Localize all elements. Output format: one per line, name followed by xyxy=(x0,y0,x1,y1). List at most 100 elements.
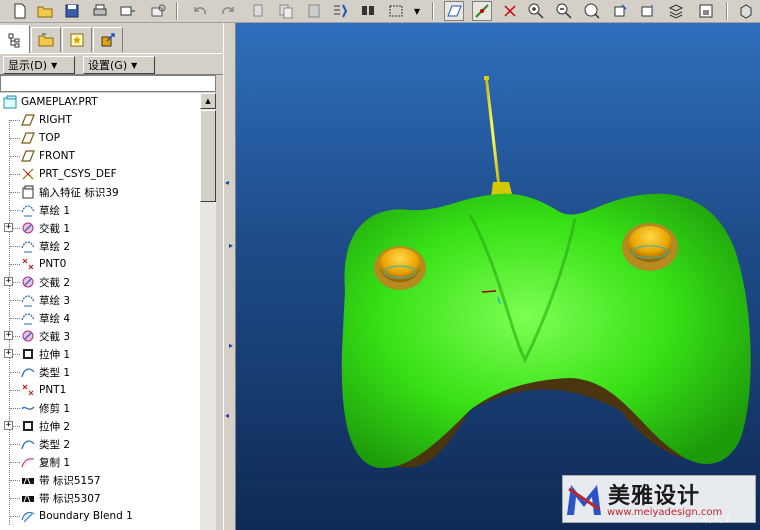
ribbon-icon xyxy=(20,472,36,488)
scroll-up-icon[interactable]: ▲ xyxy=(200,93,216,109)
mail-attach-icon[interactable] xyxy=(148,1,168,21)
view-manager-icon[interactable] xyxy=(696,1,716,21)
tree-item-label: 交截 3 xyxy=(39,330,71,343)
antenna-tip xyxy=(484,76,489,80)
tree-item[interactable]: TOP xyxy=(0,129,200,147)
tree-item-label: 类型 2 xyxy=(39,438,71,451)
display-menu-button[interactable]: 显示(D) ▼ xyxy=(3,56,75,74)
tab-folder-browser[interactable] xyxy=(31,27,61,52)
expand-right-icon[interactable]: ▸ xyxy=(229,341,233,350)
refit-icon[interactable] xyxy=(582,1,602,21)
open-folder-icon[interactable] xyxy=(35,1,55,21)
tree-item-label: GAMEPLAY.PRT xyxy=(21,96,98,108)
tree-item-label: 草绘 3 xyxy=(39,294,71,307)
tree-item[interactable]: 草绘 3 xyxy=(0,291,200,309)
tree-item[interactable]: 类型 2 xyxy=(0,435,200,453)
graphics-window[interactable] xyxy=(236,23,760,530)
panel-splitter[interactable]: ◂ ▸ ▸ ◂ xyxy=(223,23,236,530)
tree-item[interactable]: Boundary Blend 1 xyxy=(0,507,200,525)
new-file-icon[interactable] xyxy=(10,1,30,21)
collapse-left-icon[interactable]: ◂ xyxy=(225,411,229,420)
left-button xyxy=(379,248,421,282)
tree-item[interactable]: PRT_CSYS_DEF xyxy=(0,165,200,183)
tree-item-label: FRONT xyxy=(39,150,75,162)
settings-menu-button[interactable]: 设置(G) ▼ xyxy=(83,56,155,74)
tree-item[interactable]: 输入特征 标识39 xyxy=(0,183,200,201)
save-icon[interactable] xyxy=(62,1,82,21)
tree-item[interactable]: + 交截 1 xyxy=(0,219,200,237)
datum-axes-toggle-icon[interactable] xyxy=(472,1,492,21)
meiya-logo-icon xyxy=(567,485,601,515)
expand-plus-icon[interactable]: + xyxy=(4,223,13,232)
scroll-thumb[interactable] xyxy=(200,110,216,202)
intersect-icon xyxy=(20,328,36,344)
tree-item[interactable]: 草绘 1 xyxy=(0,201,200,219)
tree-item[interactable]: 草绘 4 xyxy=(0,309,200,327)
reorient-icon[interactable] xyxy=(610,1,630,21)
tree-item-label: 带 标识5307 xyxy=(39,492,101,505)
tree-root-item[interactable]: GAMEPLAY.PRT xyxy=(0,93,200,111)
tree-item[interactable]: 带 标识5157 xyxy=(0,471,200,489)
datum-plane-icon xyxy=(20,148,36,164)
datum-points-toggle-icon[interactable] xyxy=(500,1,520,21)
expand-right-icon[interactable]: ▸ xyxy=(229,241,233,250)
datum-point-icon xyxy=(20,382,36,398)
regenerate-icon[interactable] xyxy=(330,1,350,21)
expand-plus-icon[interactable]: + xyxy=(4,349,13,358)
import-feature-icon xyxy=(20,184,36,200)
tree-item[interactable]: 草绘 2 xyxy=(0,237,200,255)
send-mail-icon[interactable] xyxy=(118,1,138,21)
select-dropdown-icon[interactable]: ▼ xyxy=(410,1,424,21)
zoom-out-icon[interactable] xyxy=(554,1,574,21)
cut-icon[interactable] xyxy=(248,1,268,21)
print-icon[interactable] xyxy=(90,1,110,21)
tree-item[interactable]: 复制 1 xyxy=(0,453,200,471)
expand-plus-icon[interactable]: + xyxy=(4,421,13,430)
tree-scrollbar[interactable]: ▲ xyxy=(200,93,216,530)
tab-model-tree[interactable] xyxy=(0,25,30,53)
tree-column-header xyxy=(0,75,216,92)
tree-item[interactable]: + 拉伸 1 xyxy=(0,345,200,363)
tree-item[interactable]: + 交截 2 xyxy=(0,273,200,291)
sketch-icon xyxy=(20,310,36,326)
tree-item-label: 类型 1 xyxy=(39,366,71,379)
paste-icon[interactable] xyxy=(304,1,324,21)
tree-item-label: 交截 2 xyxy=(39,276,71,289)
select-box-icon[interactable] xyxy=(386,1,406,21)
tab-favorites[interactable] xyxy=(62,27,92,52)
copy-icon[interactable] xyxy=(276,1,296,21)
collapse-left-icon[interactable]: ◂ xyxy=(225,178,229,187)
zoom-in-icon[interactable] xyxy=(526,1,546,21)
layers-icon[interactable] xyxy=(666,1,686,21)
style-icon xyxy=(20,436,36,452)
shading-icon[interactable] xyxy=(736,1,756,21)
tree-item[interactable]: PNT0 xyxy=(0,255,200,273)
navigator-tabs xyxy=(0,25,223,53)
tree-item[interactable]: 带 标识5307 xyxy=(0,489,200,507)
tree-item[interactable]: 类型 1 xyxy=(0,363,200,381)
tree-item-label: 拉伸 2 xyxy=(39,420,71,433)
undo-icon[interactable] xyxy=(190,1,210,21)
tree-menu-bar: 显示(D) ▼ 设置(G) ▼ xyxy=(0,53,223,75)
expand-plus-icon[interactable]: + xyxy=(4,277,13,286)
tree-item[interactable]: RIGHT xyxy=(0,111,200,129)
tree-item[interactable]: + 交截 3 xyxy=(0,327,200,345)
find-icon[interactable] xyxy=(358,1,378,21)
tree-item[interactable]: FRONT xyxy=(0,147,200,165)
main-toolbar: ▼ xyxy=(0,0,760,23)
datum-planes-toggle-icon[interactable] xyxy=(444,1,464,21)
chevron-down-icon: ▼ xyxy=(51,60,58,70)
tree-item[interactable]: + 拉伸 2 xyxy=(0,417,200,435)
csys-icon xyxy=(20,166,36,182)
chevron-down-icon: ▼ xyxy=(131,60,138,70)
expand-plus-icon[interactable]: + xyxy=(4,331,13,340)
tab-connections[interactable] xyxy=(93,27,123,52)
tree-item[interactable]: 修剪 1 xyxy=(0,399,200,417)
tree-item[interactable]: PNT1 xyxy=(0,381,200,399)
redo-icon[interactable] xyxy=(218,1,238,21)
tree-item-label: Boundary Blend 1 xyxy=(39,510,133,522)
right-button xyxy=(628,226,672,262)
favorites-icon xyxy=(70,33,84,47)
saved-views-icon[interactable] xyxy=(638,1,658,21)
intersect-icon xyxy=(20,220,36,236)
